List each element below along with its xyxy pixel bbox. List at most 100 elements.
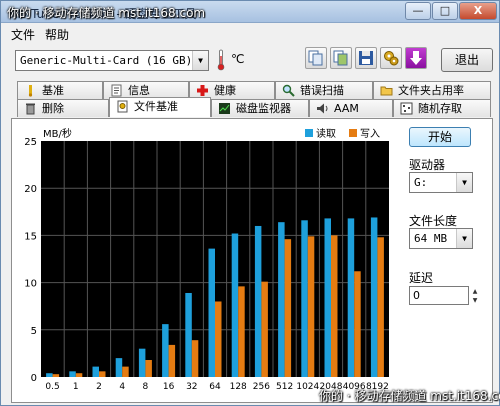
x-tick-label: 0.5 [45,382,59,392]
tab-label: AAM [334,102,359,115]
menu-file[interactable]: 文件 [11,26,35,43]
read-bar [231,233,239,377]
x-tick-label: 1 [73,382,79,392]
delay-spinner[interactable]: 0 ▲ ▼ [409,286,477,305]
tab-label: 健康 [214,84,236,97]
y-tick-label: 10 [24,279,37,290]
read-bar [208,248,215,377]
tab-folder-usage[interactable]: 文件夹占用率 [373,81,491,99]
tab-benchmark[interactable]: 基准 [17,81,103,99]
app-window: HD Tune Pro 4.50 - 硬盘专业工具 — □ X 你的 · 移动存… [0,0,500,406]
drive-label: 驱动器 [409,158,446,172]
file-length-select[interactable]: 64 MB ▼ [409,228,473,249]
file-length-label: 文件长度 [409,214,458,228]
maximize-button[interactable]: □ [432,2,458,20]
temperature-unit: ℃ [231,52,245,66]
read-bar [92,366,99,377]
y-tick-label: 15 [24,231,37,242]
tab-label: 随机存取 [418,102,462,115]
tab-label: 磁盘监视器 [236,102,291,115]
chevron-down-icon: ▼ [192,51,208,70]
watermark-top: 你的 · 移动存储频道 mst.it168.com [7,6,206,20]
write-bar [52,374,60,377]
legend-label-read: 读取 [316,127,336,140]
x-tick-label: 16 [163,382,175,392]
tab-erase[interactable]: 删除 [17,99,109,117]
chart-svg: 0 5 10 15 20 25 MB/秒 0.5 1 2 4 8 16 32 64 128 256 512 1024… [24,127,389,392]
write-bar [168,344,176,377]
read-bar [254,225,262,377]
read-bar [69,371,76,377]
x-tick-label: 256 [253,382,270,392]
write-bar [191,340,199,377]
write-bar [331,235,338,377]
x-tick-label: 512 [276,382,293,392]
gears-icon [384,51,399,66]
floppy-disk-icon [359,51,373,65]
read-bar [301,220,308,377]
spin-down-icon[interactable]: ▼ [470,296,480,305]
magnifier-icon [282,84,295,97]
device-select[interactable]: Generic-Multi-Card (16 GB) ▼ [15,50,209,71]
read-bar [46,373,53,377]
x-tick-label: 1024 [296,382,319,392]
read-bar [115,358,123,377]
read-bar [370,217,378,377]
save-button[interactable] [355,47,377,69]
random-access-icon [400,102,413,115]
close-button[interactable]: X [459,2,497,20]
folder-icon [380,86,393,96]
y-tick-label: 20 [24,184,37,195]
chevron-down-icon: ▼ [456,173,472,192]
tab-label: 文件夹占用率 [398,84,464,97]
delay-value: 0 [413,289,420,302]
drive-select[interactable]: G: ▼ [409,172,473,193]
minimize-button[interactable]: — [405,2,431,20]
write-bar [75,373,83,377]
download-button[interactable] [405,47,427,69]
copy-icon [308,50,323,66]
read-bar [138,348,146,377]
exit-button[interactable]: 退出 [441,48,493,72]
device-select-value: Generic-Multi-Card (16 GB) [20,54,193,67]
x-tick-label: 2 [96,382,102,392]
copy-text-button[interactable] [305,47,327,69]
menu-bar: 文件 帮助 [1,23,499,43]
legend-swatch-read [305,129,313,137]
legend-label-write: 写入 [360,128,380,140]
drive-select-value: G: [414,176,428,189]
y-tick-label: 5 [31,326,37,337]
watermark-bottom: 你的 · 移动存储频道 mst.it168.com [319,389,500,403]
tab-file-benchmark[interactable]: 文件基准 [109,97,211,117]
benchmark-icon [28,85,33,97]
health-cross-icon [197,85,208,96]
tab-random-access[interactable]: 随机存取 [393,99,491,117]
tab-disk-monitor[interactable]: 磁盘监视器 [211,99,309,117]
tab-label: 错误扫描 [300,84,344,97]
file-benchmark-icon [117,100,128,113]
chevron-down-icon: ▼ [456,229,472,248]
benchmark-chart: 0 5 10 15 20 25 MB/秒 0.5 1 2 4 8 16 32 64 128 256 512 1024… [13,123,397,397]
arrow-down-icon [410,51,422,65]
read-bar [185,292,192,377]
write-bar [284,239,292,377]
read-bar [278,222,285,377]
write-bar [99,371,106,377]
x-tick-label: 32 [186,382,197,392]
spin-up-icon[interactable]: ▲ [470,287,480,296]
write-bar [122,366,129,377]
tab-label: 信息 [128,84,150,97]
options-button[interactable] [380,47,402,69]
copy-screenshot-button[interactable] [330,47,352,69]
read-bar [162,324,169,377]
start-button[interactable]: 开始 [409,127,471,147]
x-tick-label: 8 [143,382,149,392]
read-bar [347,218,355,377]
menu-help[interactable]: 帮助 [45,26,69,43]
x-tick-label: 64 [209,382,221,392]
legend-swatch-write [349,129,357,137]
info-icon [111,84,122,97]
tab-error-scan[interactable]: 错误扫描 [275,81,373,99]
x-tick-label: 128 [230,382,247,392]
tab-aam[interactable]: AAM [309,99,393,117]
